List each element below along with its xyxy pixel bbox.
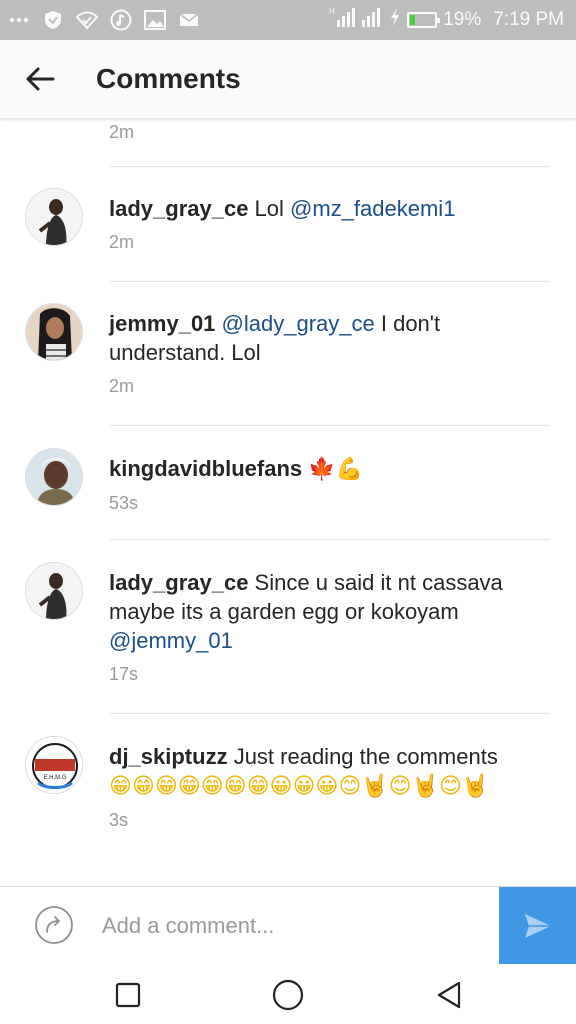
battery-percent: 19% (443, 9, 482, 30)
avatar[interactable] (25, 303, 83, 361)
square-icon (115, 982, 141, 1008)
divider (110, 713, 550, 714)
status-right: H 19% 7:19 PM (329, 6, 564, 34)
comment-body: kingdavidbluefans 🍁💪 53s (109, 454, 519, 514)
comment-username[interactable]: dj_skiptuzz (109, 744, 228, 769)
comment-text: lady_gray_ce Lol @mz_fadekemi1 (109, 194, 519, 223)
mail-icon (178, 9, 200, 31)
wifi-check-icon (76, 9, 98, 31)
avatar[interactable] (25, 188, 83, 246)
recents-button[interactable] (111, 978, 145, 1012)
comment-text: jemmy_01 @lady_gray_ce I don't understan… (109, 309, 519, 367)
avatar[interactable]: E.H.M.G (25, 736, 83, 794)
comment-text: kingdavidbluefans 🍁💪 (109, 454, 519, 484)
status-left-icons (8, 9, 200, 31)
comment-time: 3s (109, 810, 129, 830)
avatar[interactable] (25, 562, 83, 620)
avatar[interactable] (25, 448, 83, 506)
battery-icon (407, 12, 441, 28)
more-icon (8, 9, 30, 31)
comment-message: Lol (248, 196, 291, 221)
comment-time: 2m (109, 232, 135, 252)
status-bar: H 19% 7:19 PM (0, 0, 576, 40)
comment-text: lady_gray_ce Since u said it nt cassava … (109, 568, 519, 655)
battery-fill (410, 15, 416, 25)
shield-icon (42, 9, 64, 31)
comment-username[interactable]: lady_gray_ce (109, 570, 248, 595)
send-button[interactable] (499, 887, 576, 964)
comment-time: 17s (109, 664, 139, 684)
comment-body: dj_skiptuzz Just reading the comments 😁😁… (109, 742, 519, 831)
home-button[interactable] (271, 978, 305, 1012)
comment-mention[interactable]: @lady_gray_ce (222, 311, 375, 336)
comment-emoji: 😁😁😁😁😁😁😁😀😀😀😊🤘😊🤘😊🤘 (109, 774, 490, 799)
signal-icon-2 (361, 6, 383, 34)
music-icon (110, 9, 132, 31)
image-icon (144, 9, 166, 31)
comment-body: lady_gray_ce Lol @mz_fadekemi1 2m (109, 194, 519, 253)
comment-time: 2m (109, 122, 135, 142)
avatar-logo-text: E.H.M.G (43, 775, 66, 781)
triangle-back-icon (437, 981, 461, 1009)
comment-time: 2m (109, 376, 135, 396)
comment-username[interactable]: kingdavidbluefans (109, 456, 302, 481)
back-arrow-icon (26, 67, 55, 91)
back-nav-button[interactable] (432, 978, 466, 1012)
comment-input-bar (0, 886, 576, 964)
page-title: Comments (96, 63, 241, 94)
share-arrow-icon[interactable] (34, 905, 74, 945)
comment-mention[interactable]: @jemmy_01 (109, 628, 233, 653)
back-button[interactable] (0, 40, 80, 118)
circle-icon (272, 979, 304, 1011)
network-type-label: H (329, 7, 335, 16)
divider (110, 539, 550, 540)
comment-username[interactable]: lady_gray_ce (109, 196, 248, 221)
comment-input[interactable] (102, 907, 482, 945)
comment-username[interactable]: jemmy_01 (109, 311, 215, 336)
comment-text: dj_skiptuzz Just reading the comments 😁😁… (109, 742, 519, 801)
divider (110, 166, 550, 167)
comment-mention[interactable]: @mz_fadekemi1 (290, 196, 455, 221)
charging-icon (389, 7, 401, 33)
comment-time: 53s (109, 493, 139, 513)
comment-emoji: 🍁💪 (308, 457, 364, 482)
signal-icon: H (329, 6, 356, 34)
comment-message: Just reading the comments (227, 744, 498, 769)
divider (110, 281, 550, 282)
send-icon (524, 913, 551, 938)
system-nav-bar (0, 964, 576, 1024)
comment-body: jemmy_01 @lady_gray_ce I don't understan… (109, 309, 519, 397)
divider (110, 425, 550, 426)
clock: 7:19 PM (493, 9, 564, 30)
app-header: Comments (0, 40, 576, 118)
comments-list[interactable]: 2m lady_gray_ce Lol @mz_fadekemi1 2m jem… (0, 118, 576, 886)
comment-body: lady_gray_ce Since u said it nt cassava … (109, 568, 519, 685)
